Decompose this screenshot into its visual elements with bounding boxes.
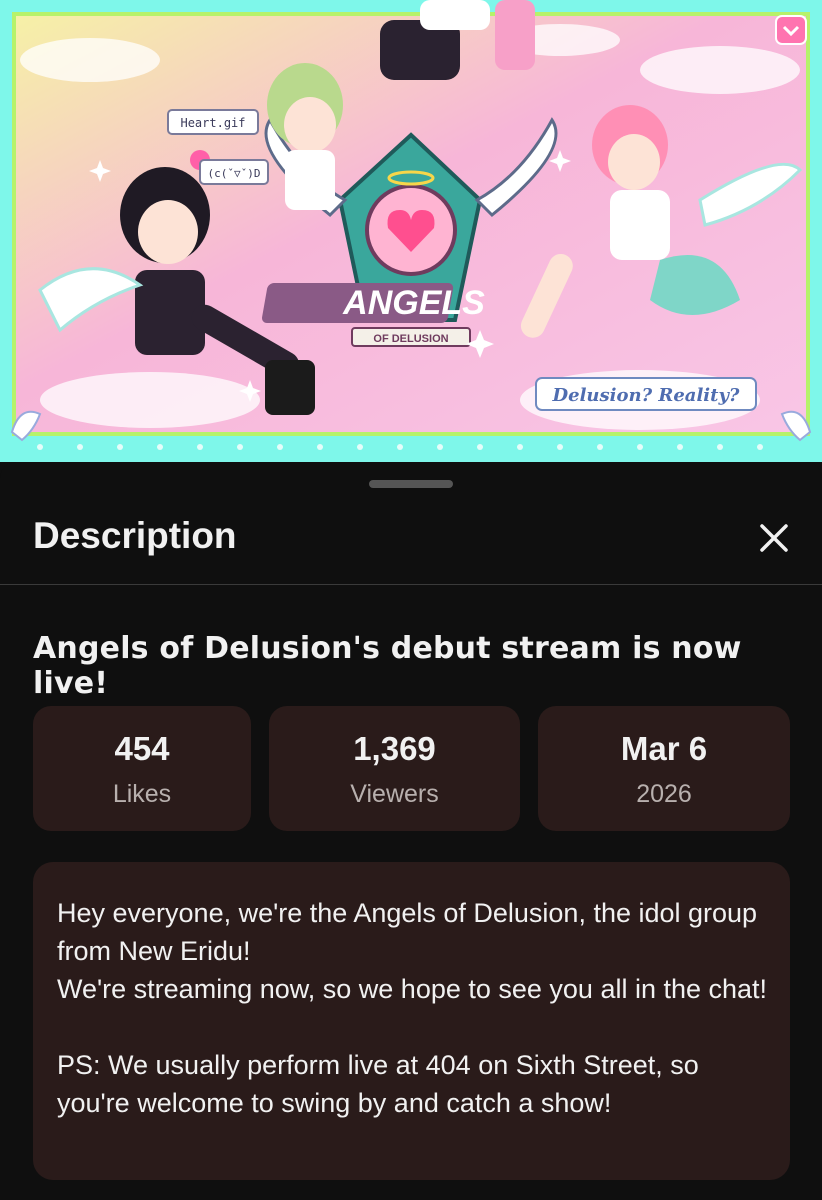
- video-title: Angels of Delusion's debut stream is now…: [33, 631, 742, 701]
- sticker-face: (c(ˇ▽ˇ)D: [199, 159, 269, 185]
- likes-count: 454: [114, 730, 170, 767]
- sticker-tagline: Delusion? Reality?: [535, 377, 757, 411]
- svg-text:(c(ˇ▽ˇ)D: (c(ˇ▽ˇ)D: [208, 167, 261, 180]
- svg-text:OF DELUSION: OF DELUSION: [373, 333, 448, 345]
- date-value: Mar 6: [620, 730, 708, 767]
- likes-label: Likes: [112, 780, 172, 808]
- viewers-label: Viewers: [350, 780, 439, 808]
- drag-handle[interactable]: [369, 480, 453, 488]
- viewers-count: 1,369: [353, 730, 436, 767]
- svg-text:ANGELS: ANGELS: [342, 284, 485, 322]
- close-icon: [760, 524, 788, 552]
- sheet-header: Description: [0, 502, 822, 585]
- description-sheet: Description Angels of Delusion's debut s…: [0, 462, 822, 1200]
- stream-banner-image: ANGELS OF DELUSION Heart.gif (c(ˇ▽ˇ)D De…: [0, 0, 822, 462]
- viewers-stat: 1,369 Viewers: [269, 706, 520, 831]
- sticker-heart-gif: Heart.gif: [167, 109, 259, 135]
- svg-text:Delusion? Reality?: Delusion? Reality?: [552, 385, 740, 406]
- description-box: Hey everyone, we're the Angels of Delusi…: [33, 862, 790, 1180]
- close-button[interactable]: [752, 516, 796, 560]
- date-year: 2026: [636, 780, 692, 808]
- likes-stat: 454 Likes: [33, 706, 251, 831]
- description-text: Hey everyone, we're the Angels of Delusi…: [57, 898, 768, 1118]
- svg-text:Heart.gif: Heart.gif: [180, 116, 245, 130]
- date-stat: Mar 6 2026: [538, 706, 790, 831]
- corner-badge-icon: [775, 15, 807, 45]
- sheet-title: Description: [33, 515, 237, 556]
